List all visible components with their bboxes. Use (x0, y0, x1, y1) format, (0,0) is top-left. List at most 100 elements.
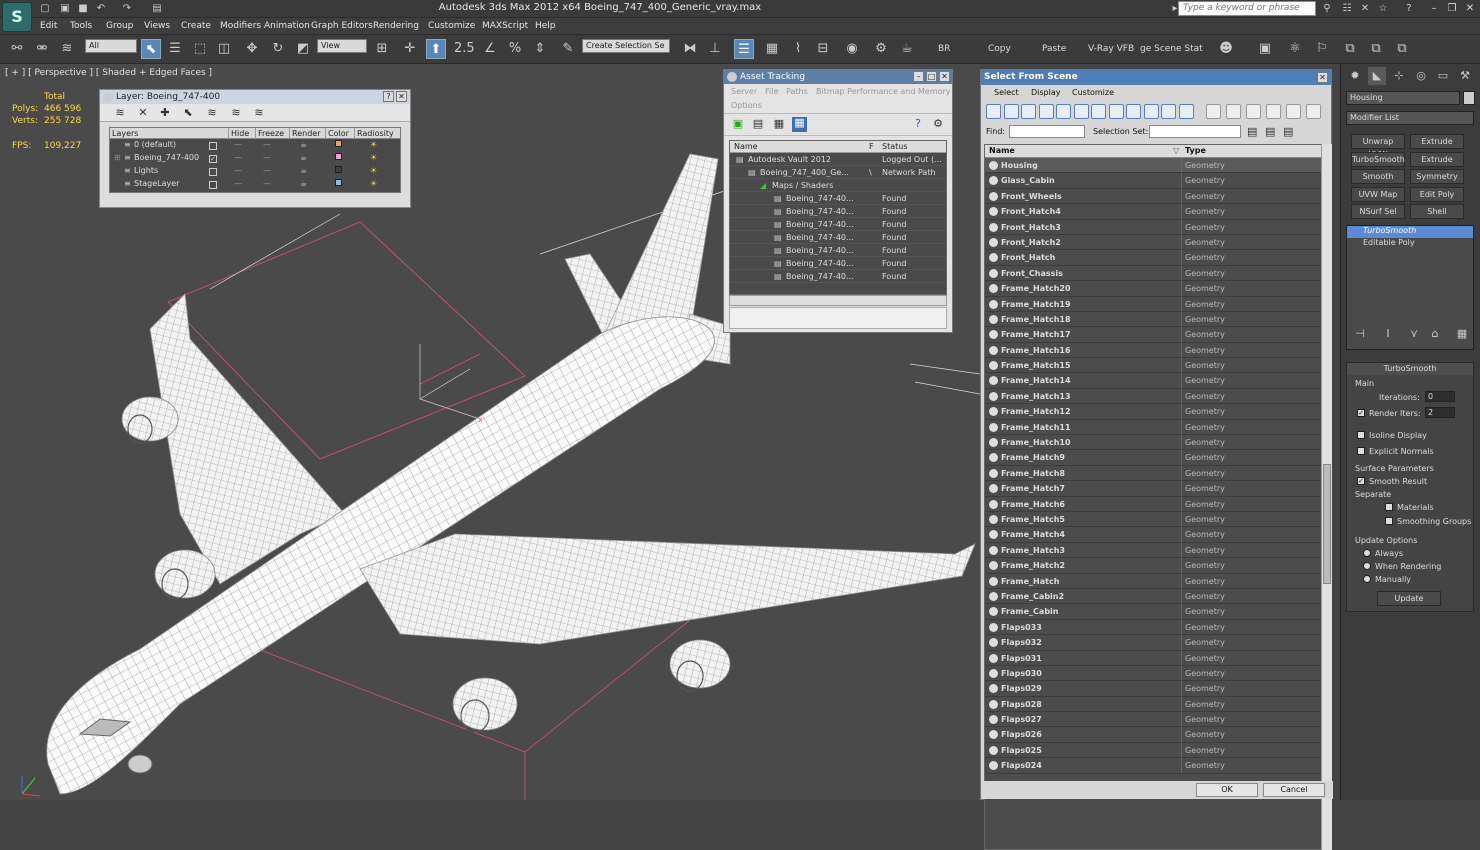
iterations-spinner[interactable]: 0 (1425, 391, 1455, 402)
isoline-checkbox[interactable] (1357, 431, 1365, 439)
menu-server[interactable]: Server (731, 87, 757, 96)
freeze-toggle[interactable]: — (263, 153, 271, 162)
modifier-button-nsurf-sel[interactable]: NSurf Sel (1351, 204, 1405, 219)
menu-views[interactable]: Views (144, 21, 170, 31)
menu-help[interactable]: Help (535, 21, 556, 31)
schematic-view-icon[interactable]: ⊟ (813, 39, 833, 59)
asset-row[interactable]: ▤ Boeing_747-40... Found (730, 205, 946, 218)
selection-filter-dropdown[interactable]: All (85, 39, 137, 53)
col-hide[interactable]: Hide (228, 128, 252, 139)
layer-row[interactable]: ≡ 0 (default) — — ☕ ☀ (110, 139, 400, 152)
select-manipulate-icon[interactable]: ✛ (400, 39, 420, 59)
menu-modifiers[interactable]: Modifiers (220, 21, 261, 31)
col-name[interactable]: Name (989, 146, 1015, 155)
stack-item-editable-poly[interactable]: Editable Poly (1347, 238, 1473, 250)
menu-rendering[interactable]: Rendering (373, 21, 419, 31)
menu-customize[interactable]: Customize (428, 21, 475, 31)
object-color-swatch[interactable] (1463, 91, 1475, 105)
scene-row[interactable]: Glass_Cabin Geometry (985, 173, 1321, 189)
scene-row[interactable]: Frame_Hatch18 Geometry (985, 311, 1321, 328)
render-iters-checkbox[interactable]: ✓ (1357, 409, 1365, 417)
filter-shapes-icon[interactable] (1003, 104, 1019, 119)
scene-row[interactable]: Front_Hatch Geometry (985, 250, 1321, 266)
menu-display[interactable]: Display (1031, 88, 1061, 97)
scene-row[interactable]: Frame_Cabin2 Geometry (985, 588, 1321, 605)
asset-row[interactable]: ▤ Boeing_747_400_Ge... \ Network Path (730, 166, 946, 179)
layer-color-swatch[interactable] (335, 166, 342, 173)
configure-sets-icon[interactable]: ▦ (1456, 328, 1468, 340)
asset-hscroll[interactable] (729, 295, 947, 306)
current-layer-icon[interactable] (209, 168, 217, 176)
menu-animation[interactable]: Animation (264, 21, 310, 31)
tool-d-icon[interactable]: ⧉ (1340, 39, 1360, 59)
scene-row[interactable]: Frame_Hatch17 Geometry (985, 327, 1321, 343)
menu-group[interactable]: Group (106, 21, 133, 31)
link-icon[interactable]: ⚯ (7, 39, 27, 59)
radiosity-icon[interactable]: ☀ (370, 153, 377, 162)
move-icon[interactable]: ✥ (242, 39, 262, 59)
modifier-button-smooth[interactable]: Smooth (1351, 169, 1405, 184)
app-logo[interactable]: S (2, 2, 32, 32)
scene-row[interactable]: Flaps029 Geometry (985, 681, 1321, 697)
filter-containers-icon[interactable] (1143, 104, 1159, 119)
layer-expand-icon[interactable]: ⊞ (114, 153, 121, 162)
keyboard-shortcut-icon[interactable]: ⬆ (426, 39, 446, 59)
hide-toggle[interactable]: — (234, 153, 242, 162)
close-icon[interactable]: ✕ (939, 71, 950, 82)
select-objects-icon[interactable]: ⬉ (182, 107, 194, 119)
layer-panel-titlebar[interactable]: Layer: Boeing_747-400 ? ✕ (100, 90, 410, 104)
br-button[interactable]: BR (938, 44, 950, 54)
find-input[interactable] (1009, 125, 1085, 138)
named-selection-dropdown[interactable]: Create Selection Se (582, 39, 670, 53)
scene-row[interactable]: Frame_Hatch8 Geometry (985, 465, 1321, 482)
filter-funnel-icon[interactable] (1286, 104, 1301, 119)
modifier-button-symmetry[interactable]: Symmetry (1410, 169, 1464, 184)
filter-lights-icon[interactable] (1021, 104, 1036, 119)
paste-button[interactable]: Paste (1042, 44, 1066, 54)
subscription-icon[interactable]: ☷ (1340, 2, 1354, 15)
render-iters-spinner[interactable]: 2 (1425, 407, 1455, 418)
filter-bones-icon[interactable] (1126, 104, 1141, 119)
scene-row[interactable]: Front_Hatch2 Geometry (985, 234, 1321, 251)
menu-graph-editors[interactable]: Graph Editors (311, 21, 373, 31)
scene-row[interactable]: Frame_Hatch3 Geometry (985, 542, 1321, 559)
help-icon[interactable]: ? (1402, 2, 1416, 15)
angle-snap-icon[interactable]: ∠ (480, 39, 500, 59)
create-tab-icon[interactable]: ✹ (1346, 67, 1364, 85)
rect-region-icon[interactable]: ⬚ (190, 39, 210, 59)
render-teapot-icon[interactable]: ☕ (300, 166, 307, 175)
utilities-tab-icon[interactable]: ⚒ (1456, 67, 1474, 85)
tool-b-icon[interactable]: ⚛ (1285, 39, 1305, 59)
help-icon[interactable]: ? (912, 118, 924, 130)
material-editor-icon[interactable]: ◉ (842, 39, 862, 59)
menu-maxscript[interactable]: MAXScript (482, 21, 528, 31)
tool-c-icon[interactable]: ⚐ (1312, 39, 1332, 59)
modifier-button-edit-poly[interactable]: Edit Poly (1410, 186, 1464, 202)
table-view-icon[interactable]: ▦ (792, 117, 807, 132)
smoothing-groups-checkbox[interactable] (1385, 517, 1393, 525)
menu-customize[interactable]: Customize (1072, 88, 1114, 97)
menu-file[interactable]: File (765, 87, 778, 96)
refresh-icon[interactable]: ▣ (732, 118, 744, 130)
pin-stack-icon[interactable]: ⊣ (1354, 328, 1366, 340)
explicit-normals-checkbox[interactable] (1357, 447, 1365, 455)
menu-edit[interactable]: Edit (40, 21, 57, 31)
close-icon[interactable]: ✕ (1317, 72, 1328, 83)
scene-row[interactable]: Flaps030 Geometry (985, 665, 1321, 682)
minimize-button[interactable]: – (1426, 2, 1442, 15)
menu-create[interactable]: Create (181, 21, 211, 31)
scene-row[interactable]: Front_Wheels Geometry (985, 188, 1321, 205)
layer-manager-icon[interactable]: ☰ (734, 39, 754, 59)
hide-all-icon[interactable]: ≋ (230, 107, 242, 119)
current-layer-icon[interactable] (209, 181, 217, 189)
remove-modifier-icon[interactable]: ⌂ (1429, 328, 1441, 340)
select-by-name-icon[interactable]: ☰ (165, 39, 185, 59)
communication-icon[interactable]: ✕ (1358, 2, 1372, 15)
rotate-icon[interactable]: ↻ (268, 39, 288, 59)
display-tab-icon[interactable]: ▭ (1434, 67, 1452, 85)
spinner-snap-icon[interactable]: ⇕ (530, 39, 550, 59)
hide-toggle[interactable]: — (234, 166, 242, 175)
col-name[interactable]: Name (734, 142, 758, 151)
layer-row[interactable]: ≡ Lights — — ☕ ☀ (110, 165, 400, 178)
asset-row[interactable]: ▤ Boeing_747-40... Found (730, 218, 946, 231)
